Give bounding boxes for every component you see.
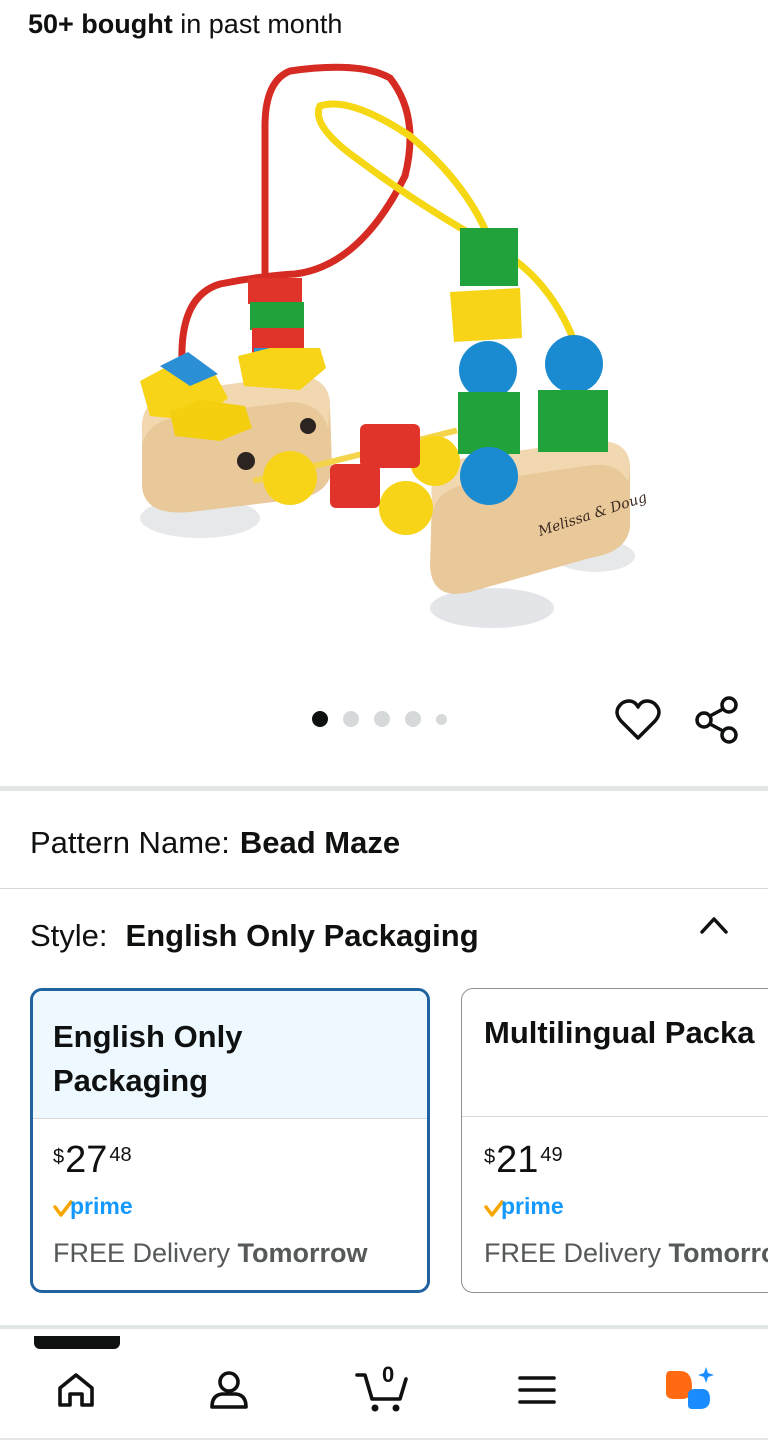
nav-menu[interactable] [507, 1360, 567, 1420]
nav-rufus[interactable] [660, 1360, 720, 1420]
prime-text: prime [501, 1193, 564, 1219]
bought-count: 50+ bought [28, 9, 173, 39]
price-symbol: $ [53, 1146, 65, 1168]
prime-text: prime [70, 1193, 133, 1219]
style-option-title-line1: Multilingual Packa [484, 1015, 755, 1050]
bottom-nav: 0 [0, 1336, 768, 1440]
rufus-icon [666, 1367, 714, 1409]
style-option-title-line1: English Only [53, 1019, 243, 1054]
option-price: $ 27 48 [53, 1141, 407, 1179]
section-divider [0, 786, 768, 791]
delivery-info: FREE Delivery Tomorrow [53, 1237, 407, 1269]
price-symbol: $ [484, 1146, 496, 1168]
option-price: $ 21 49 [484, 1141, 768, 1179]
image-carousel-dots[interactable] [312, 711, 447, 727]
bought-period: in past month [172, 9, 343, 39]
delivery-day: Tomorro [668, 1238, 768, 1268]
style-row[interactable]: Style: English Only Packaging [30, 916, 479, 956]
carousel-dot-5[interactable] [436, 713, 447, 725]
nav-active-indicator [34, 1336, 120, 1349]
menu-icon [518, 1376, 556, 1404]
heart-icon[interactable] [615, 698, 661, 742]
style-option-title-line2: Packaging [53, 1063, 209, 1098]
style-option-title: English Only Packaging [33, 991, 427, 1119]
pattern-name-row: Pattern Name: Bead Maze [30, 823, 400, 863]
style-option-multilingual[interactable]: Multilingual Packa $ 21 49 prime FREE De… [461, 988, 768, 1293]
prime-check-icon: prime [484, 1193, 564, 1219]
delivery-day: Tomorrow [237, 1238, 368, 1268]
carousel-dot-4[interactable] [405, 711, 421, 727]
chevron-up-icon[interactable] [698, 912, 730, 936]
pattern-name-value: Bead Maze [239, 825, 401, 860]
style-value: English Only Packaging [125, 918, 479, 953]
carousel-dot-1[interactable] [312, 711, 328, 727]
delivery-text: FREE Delivery [53, 1238, 238, 1268]
nav-account[interactable] [199, 1360, 259, 1420]
home-icon [58, 1373, 94, 1407]
delivery-text: FREE Delivery [484, 1238, 669, 1268]
carousel-dot-2[interactable] [343, 711, 359, 727]
section-divider-bottom [0, 1325, 768, 1329]
style-option-title: Multilingual Packa [462, 989, 768, 1117]
carousel-dot-3[interactable] [374, 711, 390, 727]
account-icon [210, 1371, 248, 1409]
pattern-divider [0, 888, 768, 889]
nav-home[interactable] [46, 1360, 106, 1420]
cart-count: 0 [382, 1362, 395, 1387]
price-whole: 27 [65, 1139, 108, 1181]
price-whole: 21 [496, 1139, 539, 1181]
delivery-info: FREE Delivery Tomorro [484, 1237, 768, 1269]
style-option-english-only[interactable]: English Only Packaging $ 27 48 prime FRE… [30, 988, 430, 1293]
bought-in-past-month: 50+ bought in past month [28, 8, 342, 40]
price-fraction: 48 [109, 1144, 132, 1166]
product-image[interactable]: Melissa & Doug [120, 56, 650, 646]
pattern-name-label: Pattern Name: [30, 825, 230, 860]
prime-badge: prime [484, 1193, 768, 1221]
share-icon[interactable] [693, 695, 741, 745]
prime-check-icon: prime [53, 1193, 133, 1219]
nav-cart[interactable]: 0 [352, 1360, 412, 1420]
prime-badge: prime [53, 1193, 407, 1221]
price-fraction: 49 [540, 1144, 563, 1166]
style-label: Style: [30, 918, 108, 953]
